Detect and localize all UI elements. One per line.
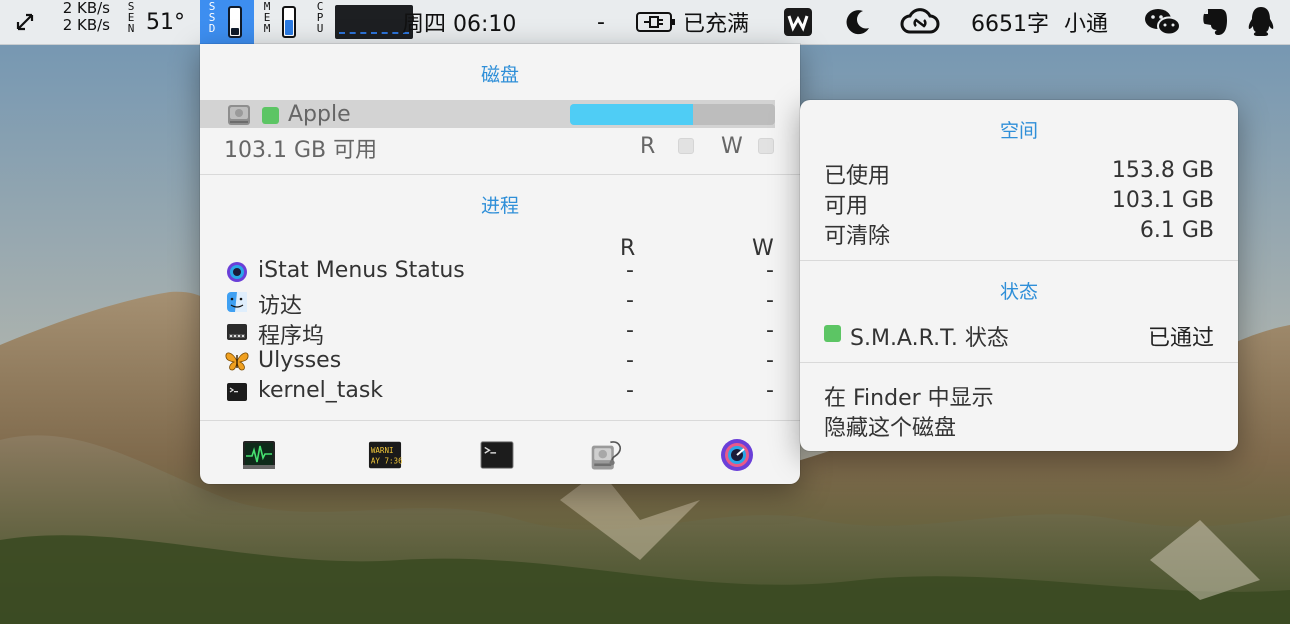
disk-name: Apple <box>288 102 351 127</box>
istat-icon <box>226 261 248 283</box>
svg-text:AY 7:36: AY 7:36 <box>371 457 402 466</box>
space-row-label: 已使用 <box>824 164 891 189</box>
process-read: - <box>626 318 634 343</box>
process-name: 访达 <box>258 294 303 319</box>
resize-arrows-icon[interactable] <box>14 0 36 44</box>
battery-plug-icon[interactable] <box>636 0 676 44</box>
butterfly-icon <box>224 349 249 371</box>
process-read: - <box>626 378 634 403</box>
svg-text:WARNI: WARNI <box>371 446 394 455</box>
process-write: - <box>766 348 774 373</box>
network-speed[interactable]: 2 KB/s 2 KB/s <box>48 0 110 44</box>
mem-label[interactable]: MEM <box>260 0 274 44</box>
moon-icon[interactable] <box>843 0 873 44</box>
smart-value: 已通过 <box>1147 326 1214 351</box>
process-write: - <box>766 258 774 283</box>
divider <box>800 260 1238 261</box>
istat-menus-icon[interactable] <box>720 439 754 471</box>
divider <box>200 174 800 175</box>
processes-section-title: 进程 <box>480 195 519 217</box>
finder-icon <box>226 291 248 313</box>
disk-utility-icon[interactable] <box>590 440 624 470</box>
process-name: 程序坞 <box>258 324 325 349</box>
disk-write-label: W <box>721 134 743 159</box>
console-icon[interactable]: WARNI AY 7:36 <box>368 440 402 470</box>
process-name: kernel_task <box>258 378 384 403</box>
ssd-label-text: SSD <box>205 0 219 33</box>
disk-free-text: 103.1 GB 可用 <box>224 138 378 163</box>
menu-bar: 2 KB/s 2 KB/s SEN 51° SSD MEM CPU 周四 06:… <box>0 0 1290 45</box>
divider <box>800 362 1238 363</box>
creative-cloud-icon[interactable] <box>900 0 940 44</box>
space-row-value: 153.8 GB <box>1111 158 1214 183</box>
status-section-title: 状态 <box>999 281 1038 303</box>
qq-icon[interactable] <box>1245 0 1277 44</box>
process-write: - <box>766 318 774 343</box>
terminal-icon <box>226 381 248 403</box>
cpu-label[interactable]: CPU <box>313 0 327 44</box>
disk-section-title: 磁盘 <box>480 64 519 86</box>
dock-icon <box>226 321 248 343</box>
space-section-title: 空间 <box>999 120 1038 142</box>
net-download-speed: 2 KB/s <box>62 16 110 34</box>
ssd-usage-bar[interactable] <box>228 0 242 44</box>
wechat-icon[interactable] <box>1143 0 1183 44</box>
disk-panel: 磁盘 Apple 103.1 GB 可用 R W 进程 R W iStat Me… <box>200 44 800 484</box>
smart-status-indicator <box>824 325 841 342</box>
process-read: - <box>626 348 634 373</box>
process-name: Ulysses <box>258 348 342 373</box>
sensor-label[interactable]: SEN <box>124 0 138 44</box>
disk-usage-fill <box>570 104 693 125</box>
user-name[interactable]: 小通 <box>1064 0 1108 44</box>
net-upload-speed: 2 KB/s <box>62 0 110 17</box>
disk-write-indicator <box>758 138 774 154</box>
space-row-value: 103.1 GB <box>1111 188 1214 213</box>
terminal-app-icon[interactable] <box>480 440 514 470</box>
space-row-value: 6.1 GB <box>1139 218 1214 243</box>
menu-dash[interactable]: - <box>597 0 605 44</box>
space-row-label: 可用 <box>824 194 869 219</box>
disk-read-indicator <box>678 138 694 154</box>
smart-label: S.M.A.R.T. 状态 <box>850 326 1009 351</box>
process-read: - <box>626 258 634 283</box>
divider <box>200 420 800 421</box>
process-write: - <box>766 378 774 403</box>
mem-label-text: MEM <box>260 0 274 33</box>
word-count[interactable]: 6651字 <box>971 0 1049 44</box>
process-write: - <box>766 288 774 313</box>
activity-monitor-icon[interactable] <box>242 440 276 470</box>
hard-drive-icon <box>226 102 252 128</box>
cpu-label-text: CPU <box>313 0 327 33</box>
memory-usage-bar[interactable] <box>282 0 296 44</box>
evernote-icon[interactable] <box>1200 0 1230 44</box>
wps-icon[interactable] <box>783 0 813 44</box>
clock[interactable]: 周四 06:10 <box>402 0 516 44</box>
process-read: - <box>626 288 634 313</box>
disk-usage-bar <box>570 104 775 125</box>
temperature-readout[interactable]: 51° <box>146 0 185 44</box>
process-name: iStat Menus Status <box>258 258 465 283</box>
sensor-label-text: SEN <box>124 0 138 33</box>
disk-read-label: R <box>640 134 656 159</box>
show-in-finder-action[interactable]: 在 Finder 中显示 <box>824 380 994 412</box>
disk-status-indicator <box>262 107 279 124</box>
hide-disk-action[interactable]: 隐藏这个磁盘 <box>824 410 956 442</box>
ssd-label[interactable]: SSD <box>205 0 219 44</box>
space-row-label: 可清除 <box>824 224 891 249</box>
disk-details-panel: 空间 已使用 153.8 GB 可用 103.1 GB 可清除 6.1 GB 状… <box>800 100 1238 451</box>
battery-status[interactable]: 已充满 <box>683 0 749 44</box>
